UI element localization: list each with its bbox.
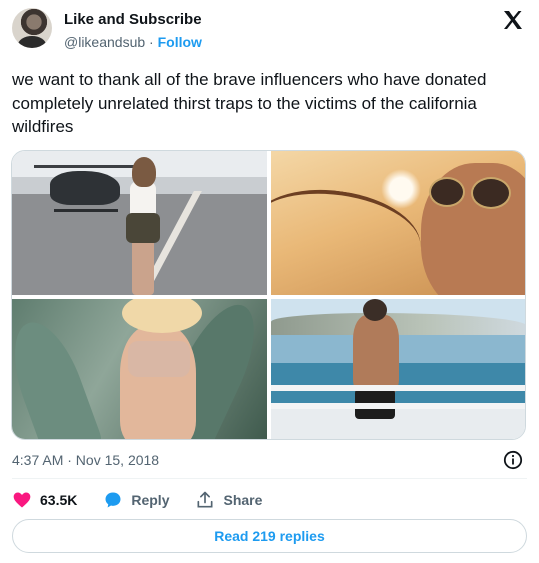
sunglasses-left-lens xyxy=(429,177,465,207)
info-icon[interactable] xyxy=(503,450,523,470)
sun-glare xyxy=(381,169,421,209)
author-handle[interactable]: @likeandsub xyxy=(64,34,145,50)
avatar[interactable] xyxy=(12,8,52,48)
man-head xyxy=(363,299,387,321)
tweet-header: Like and Subscribe @likeandsub · Follow xyxy=(12,6,527,54)
agave-leaf xyxy=(12,312,105,439)
author-display-name[interactable]: Like and Subscribe xyxy=(64,11,202,28)
woman-hair xyxy=(132,157,156,187)
like-count: 63.5K xyxy=(40,492,78,508)
reply-label: Reply xyxy=(131,492,170,508)
photo-helicopter-woman[interactable] xyxy=(12,151,267,295)
tweet-text: we want to thank all of the brave influe… xyxy=(12,70,487,136)
follow-button[interactable]: Follow xyxy=(158,34,202,50)
helicopter-skid xyxy=(54,209,118,212)
separator-dot: · xyxy=(149,34,154,50)
photo-agave-woman[interactable] xyxy=(12,299,267,439)
woman-top xyxy=(128,341,190,377)
heart-icon xyxy=(13,492,31,508)
reply-button[interactable]: Reply xyxy=(103,490,169,510)
x-logo-icon[interactable] xyxy=(501,8,525,32)
divider xyxy=(12,478,527,479)
author-subline: @likeandsub · Follow xyxy=(64,34,202,50)
share-label: Share xyxy=(223,492,263,508)
like-button[interactable]: 63.5K xyxy=(12,490,77,510)
woman-legs xyxy=(132,239,154,295)
photo-shirtless-man-pier[interactable] xyxy=(271,299,525,439)
tweet-timestamp[interactable]: 4:37 AM · Nov 15, 2018 xyxy=(12,452,159,468)
photo-sunglasses-selfie[interactable] xyxy=(271,151,525,295)
sunglasses-right-lens xyxy=(471,177,511,209)
man-torso xyxy=(353,315,399,395)
woman-jacket xyxy=(126,213,160,243)
pier-railing xyxy=(271,385,525,391)
helicopter-body xyxy=(50,171,120,205)
share-icon xyxy=(197,491,213,508)
media-grid xyxy=(11,150,526,440)
pier-railing xyxy=(271,403,525,409)
woman-hair xyxy=(122,299,202,333)
reply-bubble-icon xyxy=(105,492,121,508)
read-replies-button[interactable]: Read 219 replies xyxy=(12,519,527,553)
share-button[interactable]: Share xyxy=(195,490,262,510)
avatar-shirt xyxy=(18,36,46,48)
action-bar: 63.5K Reply Share xyxy=(12,489,288,511)
